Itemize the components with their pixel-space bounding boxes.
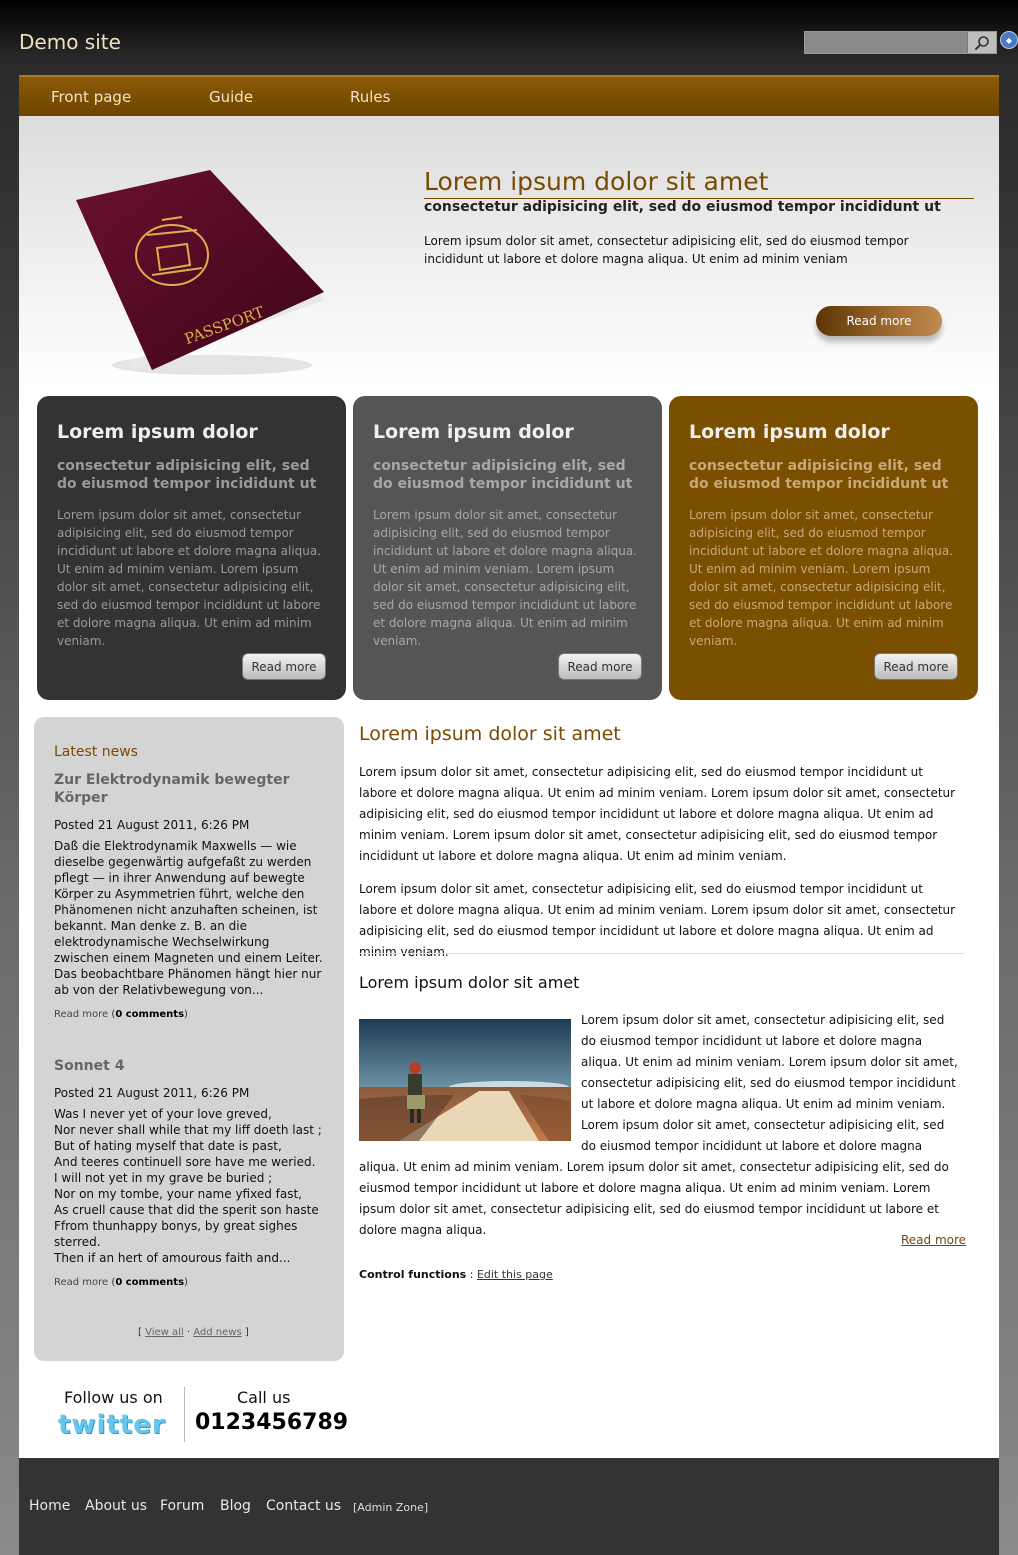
feature-box-3: Lorem ipsum dolor consectetur adipisicin… bbox=[669, 396, 978, 700]
edit-page-link[interactable]: Edit this page bbox=[477, 1268, 553, 1281]
twitter-logo[interactable]: twitter bbox=[58, 1410, 166, 1440]
news-comments-count[interactable]: 0 comments bbox=[115, 1277, 184, 1288]
hero-title: Lorem ipsum dolor sit amet bbox=[424, 166, 974, 199]
news-read-more-link[interactable]: Read more bbox=[54, 1277, 108, 1288]
feature-box-1: Lorem ipsum dolor consectetur adipisicin… bbox=[37, 396, 346, 700]
poem-line: As cruell cause that did the sperit son … bbox=[54, 1203, 319, 1217]
phone-number: 0123456789 bbox=[195, 1410, 349, 1435]
feature-title: Lorem ipsum dolor bbox=[689, 421, 890, 443]
news-comments-count[interactable]: 0 comments bbox=[115, 1009, 184, 1020]
feature-text: Lorem ipsum dolor sit amet, consectetur … bbox=[689, 508, 954, 648]
main-nav: Front page Guide Rules bbox=[19, 75, 999, 116]
news-headline-1[interactable]: Zur Elektrodynamik bewegter Körper bbox=[54, 771, 314, 807]
feature-box-2: Lorem ipsum dolor consectetur adipisicin… bbox=[353, 396, 662, 700]
feature-read-more-button[interactable]: Read more bbox=[874, 653, 958, 680]
news-meta: Read more (0 comments) bbox=[54, 1277, 188, 1288]
call-us-label: Call us bbox=[237, 1388, 291, 1407]
divider bbox=[184, 1387, 185, 1442]
nav-guide[interactable]: Guide bbox=[209, 88, 253, 106]
control-functions-label: Control functions bbox=[359, 1268, 467, 1281]
news-read-more-link[interactable]: Read more bbox=[54, 1009, 108, 1020]
feature-subtitle: consectetur adipisicing elit, sed do eiu… bbox=[689, 458, 949, 492]
feature-title: Lorem ipsum dolor bbox=[373, 421, 574, 443]
passport-image: PASSPORT bbox=[76, 170, 324, 375]
search-input[interactable] bbox=[805, 32, 969, 53]
news-body-poem: Was I never yet of your love greved, Nor… bbox=[54, 1106, 326, 1266]
add-news-link[interactable]: Add news bbox=[193, 1327, 241, 1338]
feature-read-more-button[interactable]: Read more bbox=[242, 653, 326, 680]
hero-subtitle: consectetur adipisicing elit, sed do eiu… bbox=[424, 199, 941, 215]
feature-read-more-button[interactable]: Read more bbox=[558, 653, 642, 680]
poem-line: sterred. bbox=[54, 1235, 101, 1249]
nav-rules[interactable]: Rules bbox=[350, 88, 390, 106]
content-title: Lorem ipsum dolor sit amet bbox=[359, 723, 621, 745]
content-paragraph-3-wrap: Lorem ipsum dolor sit amet, consectetur … bbox=[359, 1010, 963, 1241]
poem-line: I will not yet in my grave be buried ; bbox=[54, 1171, 273, 1185]
content-divider bbox=[359, 953, 965, 954]
footer-link-home[interactable]: Home bbox=[29, 1498, 70, 1514]
poem-line: Then if an hert of amourous faith and... bbox=[54, 1251, 291, 1265]
news-body: Daß die Elektrodynamik Maxwells — wie di… bbox=[54, 839, 323, 997]
control-functions: Control functions : Edit this page bbox=[359, 1268, 553, 1281]
magnifier-icon bbox=[974, 35, 989, 50]
news-footer-links: [ View all · Add news ] bbox=[138, 1327, 249, 1338]
content-paragraph-2: Lorem ipsum dolor sit amet, consectetur … bbox=[359, 882, 956, 959]
content-subtitle: Lorem ipsum dolor sit amet bbox=[359, 973, 580, 992]
road-walker-photo bbox=[359, 1019, 571, 1141]
footer-link-contact-us[interactable]: Contact us bbox=[266, 1498, 341, 1514]
feature-subtitle: consectetur adipisicing elit, sed do eiu… bbox=[373, 458, 633, 492]
search-button[interactable] bbox=[967, 32, 996, 53]
site-title[interactable]: Demo site bbox=[19, 30, 121, 54]
follow-us-label: Follow us on bbox=[64, 1388, 163, 1407]
poem-line: But of hating myself that date is past, bbox=[54, 1139, 282, 1153]
news-headline-2[interactable]: Sonnet 4 bbox=[54, 1057, 314, 1075]
poem-line: Nor on my tombe, your name yfixed fast, bbox=[54, 1187, 302, 1201]
poem-line: Ffrom thunhappy bonys, by great sighes bbox=[54, 1219, 298, 1233]
news-meta: Read more (0 comments) bbox=[54, 1009, 188, 1020]
nav-front-page[interactable]: Front page bbox=[51, 88, 131, 106]
hero-text: Lorem ipsum dolor sit amet, consectetur … bbox=[424, 234, 909, 266]
news-posted-date: Posted 21 August 2011, 6:26 PM bbox=[54, 1086, 250, 1100]
feature-text: Lorem ipsum dolor sit amet, consectetur … bbox=[57, 508, 322, 648]
search-box bbox=[804, 31, 997, 54]
poem-line: And teeres continuell sore have me werie… bbox=[54, 1155, 316, 1169]
feature-title: Lorem ipsum dolor bbox=[57, 421, 258, 443]
feature-text: Lorem ipsum dolor sit amet, consectetur … bbox=[373, 508, 638, 648]
footer-link-about-us[interactable]: About us bbox=[85, 1498, 147, 1514]
footer-link-forum[interactable]: Forum bbox=[160, 1498, 204, 1514]
content-read-more-link[interactable]: Read more bbox=[901, 1233, 966, 1247]
footer-link-blog[interactable]: Blog bbox=[220, 1498, 251, 1514]
news-posted-date: Posted 21 August 2011, 6:26 PM bbox=[54, 818, 250, 832]
footer-admin-zone-link[interactable]: [Admin Zone] bbox=[353, 1501, 428, 1514]
latest-news-heading: Latest news bbox=[54, 744, 138, 760]
language-icon[interactable]: ◆ bbox=[1000, 31, 1018, 49]
poem-line: Was I never yet of your love greved, bbox=[54, 1107, 272, 1121]
view-all-news-link[interactable]: View all bbox=[145, 1327, 184, 1338]
feature-subtitle: consectetur adipisicing elit, sed do eiu… bbox=[57, 458, 317, 492]
hero-read-more-button[interactable]: Read more bbox=[816, 306, 942, 336]
content-paragraph-1: Lorem ipsum dolor sit amet, consectetur … bbox=[359, 765, 956, 863]
poem-line: Nor never shall while that my liff doeth… bbox=[54, 1123, 322, 1137]
